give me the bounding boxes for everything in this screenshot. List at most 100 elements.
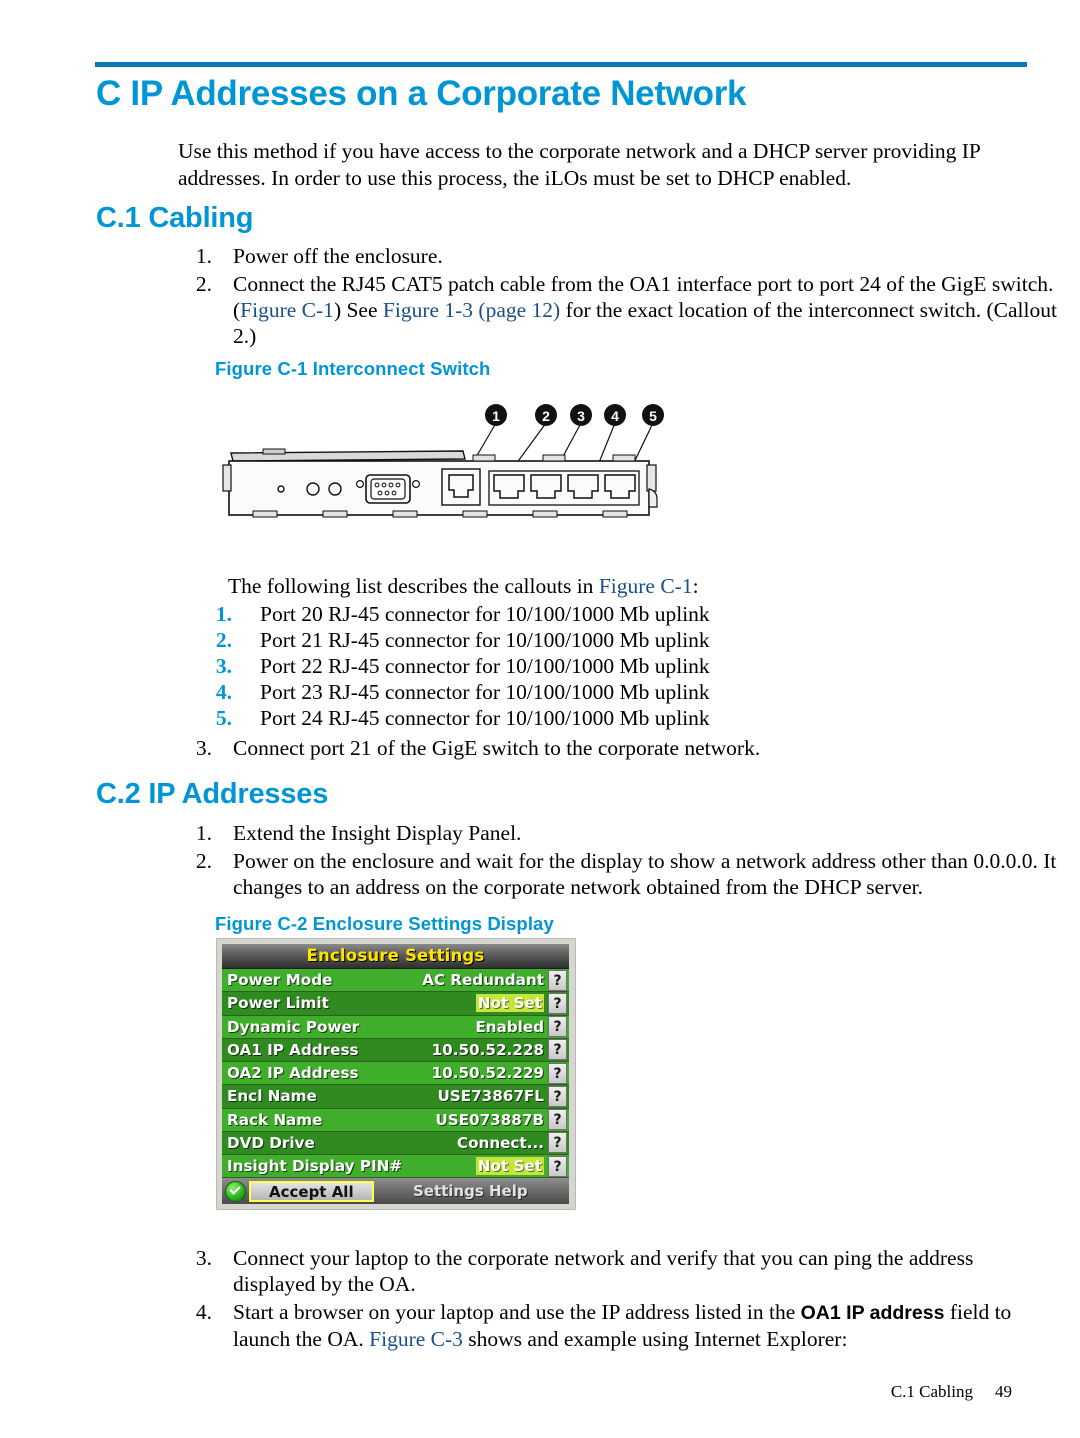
list-text: Port 21 RJ-45 connector for 10/100/1000 … — [260, 628, 710, 652]
row-value: AC Redundant — [422, 971, 544, 990]
list-number: 5. — [215, 706, 232, 730]
accept-all-button[interactable]: Accept All — [249, 1180, 374, 1202]
svg-text:5: 5 — [649, 408, 657, 424]
figure-caption-c2: Figure C-2 Enclosure Settings Display — [215, 913, 554, 934]
list-text-part: ) See — [333, 298, 383, 322]
row-label: Power Mode — [227, 971, 333, 990]
list-item: 3. Port 22 RJ-45 connector for 10/100/10… — [208, 653, 908, 679]
list-item: 1. Power off the enclosure. — [178, 243, 1058, 269]
row-value: Not Set — [402, 1157, 548, 1176]
row-value: Not Set — [329, 994, 548, 1013]
list-item: 5. Port 24 RJ-45 connector for 10/100/10… — [208, 705, 908, 731]
row-label: OA2 IP Address — [227, 1064, 359, 1083]
callout-intro: The following list describes the callout… — [228, 573, 699, 599]
svg-text:2: 2 — [542, 408, 550, 424]
row-label: Power Limit — [227, 994, 329, 1013]
list-text: Port 23 RJ-45 connector for 10/100/1000 … — [260, 680, 710, 704]
list-number: 3. — [195, 736, 212, 760]
callout-intro-pre: The following list describes the callout… — [228, 574, 599, 598]
list-item: 4. Start a browser on your laptop and us… — [178, 1299, 1058, 1352]
footer-section: C.1 Cabling — [890, 1382, 973, 1401]
section-heading-cabling: C.1 Cabling — [96, 202, 254, 234]
settings-row-insight-display-pin[interactable]: Insight Display PIN# Not Set ? — [222, 1155, 569, 1179]
footer-page-number: 49 — [995, 1382, 1012, 1401]
svg-text:1: 1 — [492, 408, 500, 424]
settings-row-oa1-ip-address[interactable]: OA1 IP Address 10.50.52.228 ? — [222, 1038, 569, 1062]
list-number: 2. — [195, 272, 212, 296]
row-label: Rack Name — [227, 1110, 323, 1129]
page-title: C IP Addresses on a Corporate Network — [96, 74, 747, 113]
list-item: 2. Connect the RJ45 CAT5 patch cable fro… — [178, 271, 1058, 349]
list-text-part: Start a browser on your laptop and use t… — [233, 1300, 801, 1324]
page-footer: C.1 Cabling 49 — [0, 1382, 1012, 1402]
document-page: C IP Addresses on a Corporate Network Us… — [0, 0, 1080, 1438]
svg-text:4: 4 — [611, 408, 619, 424]
settings-row-oa2-ip-address[interactable]: OA2 IP Address 10.50.52.229 ? — [222, 1062, 569, 1086]
settings-row-power-limit[interactable]: Power Limit Not Set ? — [222, 992, 569, 1016]
list-number: 2. — [195, 849, 212, 873]
row-value: Connect... — [456, 1133, 544, 1152]
settings-row-power-mode[interactable]: Power Mode AC Redundant ? — [222, 969, 569, 993]
list-text: Connect your laptop to the corporate net… — [233, 1246, 974, 1296]
list-text: Port 20 RJ-45 connector for 10/100/1000 … — [260, 602, 710, 626]
help-icon[interactable]: ? — [548, 969, 567, 991]
help-icon[interactable]: ? — [548, 1109, 567, 1131]
list-item: 1. Extend the Insight Display Panel. — [178, 820, 1058, 846]
callout-bullets: 1 2 3 4 5 — [485, 404, 664, 426]
row-value: USE73867FL — [437, 1087, 544, 1106]
list-item: 4. Port 23 RJ-45 connector for 10/100/10… — [208, 679, 908, 705]
list-text: Connect port 21 of the GigE switch to th… — [233, 736, 761, 760]
list-number: 4. — [195, 1300, 212, 1324]
list-number: 4. — [215, 680, 232, 704]
help-icon[interactable]: ? — [548, 992, 567, 1014]
section-heading-ip-addresses: C.2 IP Addresses — [96, 778, 329, 810]
list-number: 1. — [195, 821, 212, 845]
lcd-button-bar: Accept All Settings Help — [222, 1178, 569, 1204]
list-item: 2. Power on the enclosure and wait for t… — [178, 848, 1058, 900]
row-label: Insight Display PIN# — [227, 1157, 403, 1176]
lcd-title-bar: Enclosure Settings — [222, 944, 569, 969]
row-value: USE073887B — [435, 1110, 544, 1129]
row-value: 10.50.52.228 — [431, 1040, 544, 1059]
cross-reference-figure-c1[interactable]: Figure C-1 — [599, 574, 693, 598]
check-circle-icon — [225, 1180, 246, 1202]
list-number: 1. — [195, 244, 212, 268]
help-icon[interactable]: ? — [548, 1039, 567, 1061]
switch-chassis — [222, 448, 658, 518]
row-label: DVD Drive — [227, 1133, 315, 1152]
list-text-part: shows and example using Internet Explore… — [462, 1327, 848, 1351]
help-icon[interactable]: ? — [548, 1155, 567, 1177]
ip-addresses-procedure-list-continued: 3. Connect your laptop to the corporate … — [178, 1245, 1058, 1354]
cross-reference-figure-1-3[interactable]: Figure 1-3 (page 12) — [383, 298, 560, 322]
callout-description-list: 1. Port 20 RJ-45 connector for 10/100/10… — [208, 601, 908, 731]
row-value-highlight: Not Set — [475, 994, 544, 1013]
figure-caption-c1: Figure C-1 Interconnect Switch — [215, 358, 491, 379]
row-value-highlight: Not Set — [475, 1157, 544, 1176]
list-item: 3. Connect your laptop to the corporate … — [178, 1245, 1058, 1297]
help-icon[interactable]: ? — [548, 1085, 567, 1107]
cross-reference-figure-c1[interactable]: Figure C-1 — [240, 298, 334, 322]
settings-help-button[interactable]: Settings Help — [374, 1181, 567, 1202]
help-icon[interactable]: ? — [548, 1016, 567, 1038]
chapter-intro-paragraph: Use this method if you have access to th… — [178, 139, 981, 190]
svg-text:3: 3 — [577, 408, 585, 424]
settings-row-dynamic-power[interactable]: Dynamic Power Enabled ? — [222, 1015, 569, 1039]
settings-row-dvd-drive[interactable]: DVD Drive Connect... ? — [222, 1131, 569, 1155]
list-text: Power off the enclosure. — [233, 244, 443, 268]
figure-interconnect-switch: 1 2 3 4 5 — [213, 393, 683, 553]
list-number: 3. — [215, 654, 232, 678]
settings-row-encl-name[interactable]: Encl Name USE73867FL ? — [222, 1085, 569, 1109]
lcd-screen: Enclosure Settings Power Mode AC Redunda… — [222, 944, 569, 1204]
row-label: Dynamic Power — [227, 1017, 360, 1036]
help-icon[interactable]: ? — [548, 1062, 567, 1084]
row-value: 10.50.52.229 — [431, 1064, 544, 1083]
list-item: 1. Port 20 RJ-45 connector for 10/100/10… — [208, 601, 908, 627]
ip-addresses-procedure-list: 1. Extend the Insight Display Panel. 2. … — [178, 820, 1058, 902]
cabling-procedure-step3: 3. Connect port 21 of the GigE switch to… — [178, 735, 1058, 763]
list-item: 3. Connect port 21 of the GigE switch to… — [178, 735, 1058, 761]
cross-reference-figure-c3[interactable]: Figure C-3 — [369, 1327, 463, 1351]
settings-row-rack-name[interactable]: Rack Name USE073887B ? — [222, 1108, 569, 1132]
row-value: Enabled — [475, 1017, 544, 1036]
help-icon[interactable]: ? — [548, 1132, 567, 1154]
callout-intro-post: : — [692, 574, 699, 598]
